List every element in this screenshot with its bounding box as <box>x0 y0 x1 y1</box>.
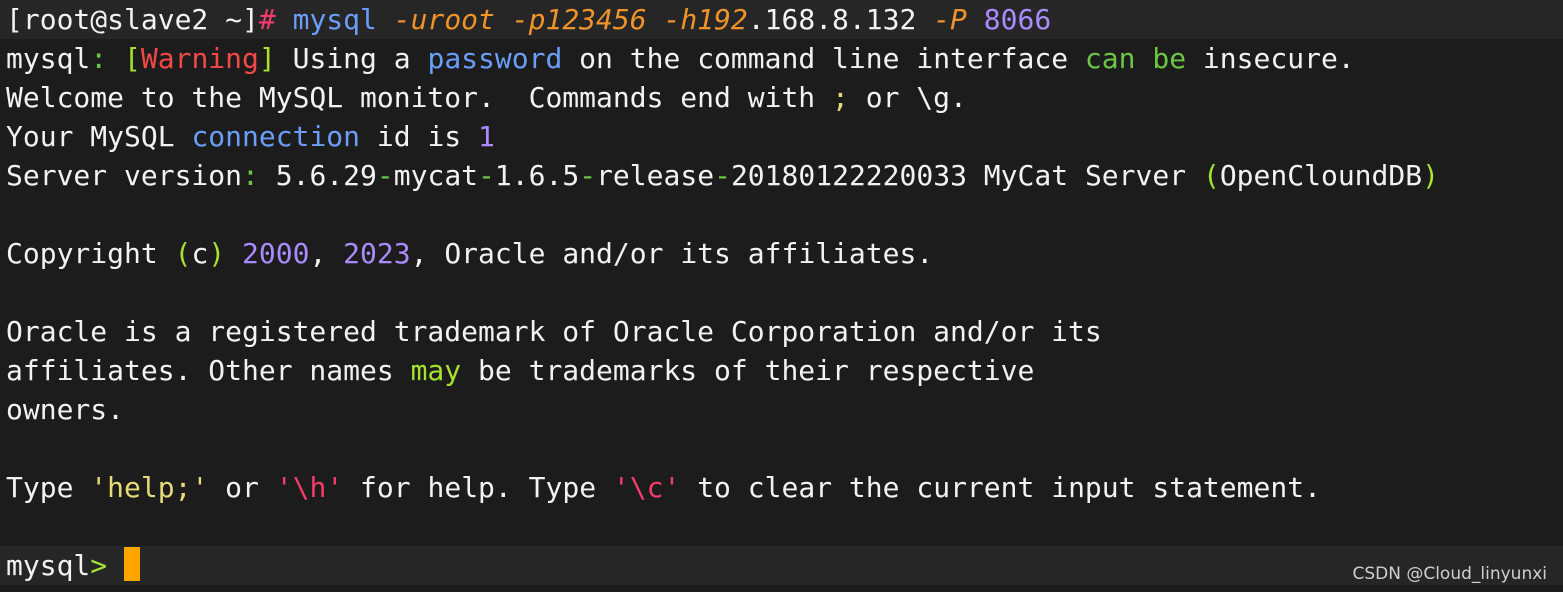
text-segment: mysql <box>275 3 377 36</box>
text-segment: for help. Type <box>343 471 613 504</box>
text-segment: or <box>208 471 276 504</box>
text-segment: id is <box>360 120 479 153</box>
text-segment: .168.8.132 <box>747 3 934 36</box>
text-segment: '\h' <box>275 471 344 504</box>
terminal-window[interactable]: [root@slave2 ~]# mysql -uroot -p123456 -… <box>0 0 1563 592</box>
text-segment: : <box>90 42 125 75</box>
text-segment: on the command line interface <box>562 42 1085 75</box>
text-segment: ) <box>208 237 226 270</box>
text-segment: 'help;' <box>90 471 209 504</box>
text-segment: to clear the current input statement. <box>680 471 1321 504</box>
text-segment: 1.6.5 <box>494 159 580 192</box>
text-segment: Welcome to the MySQL monitor. Commands e… <box>6 81 833 114</box>
text-segment: mysql <box>6 42 91 75</box>
text-segment: Server version <box>6 159 243 192</box>
terminal-line: Type 'help;' or '\h' for help. Type '\c'… <box>6 468 1321 507</box>
terminal-line: affiliates. Other names may be trademark… <box>6 351 1034 390</box>
text-segment: - <box>478 159 495 192</box>
text-segment: # <box>258 3 276 36</box>
text-segment: -uroot -p123456 -h192 <box>376 3 748 36</box>
text-segment: 5.6.29 <box>275 159 377 192</box>
terminal-line: Copyright (c) 2000, 2023, Oracle and/or … <box>6 234 933 273</box>
text-segment: 8066 <box>966 3 1052 36</box>
text-segment <box>107 549 124 582</box>
text-segment: release <box>596 159 715 192</box>
text-segment: - <box>714 159 731 192</box>
watermark: CSDN @Cloud_linyunxi <box>1352 564 1547 584</box>
text-cursor <box>124 547 141 581</box>
text-segment: be trademarks of their respective <box>461 354 1035 387</box>
text-segment: > <box>90 549 108 582</box>
text-segment: ; <box>832 81 849 114</box>
text-segment: can be <box>1084 42 1187 75</box>
text-segment: or \g. <box>848 81 967 114</box>
text-segment: , <box>309 237 344 270</box>
terminal-line: Server version: 5.6.29-mycat-1.6.5-relea… <box>6 156 1439 195</box>
text-segment: Your MySQL <box>6 120 192 153</box>
text-segment: 20180122220033 MyCat Server <box>730 159 1203 192</box>
text-segment: Copyright <box>6 237 175 270</box>
text-segment: affiliates. Other names <box>6 354 411 387</box>
text-segment: : <box>242 159 276 192</box>
terminal-line: mysql: [Warning] Using a password on the… <box>6 39 1355 78</box>
text-segment: ) <box>1422 159 1439 192</box>
terminal-line: Your MySQL connection id is 1 <box>6 117 495 156</box>
text-segment: [ <box>124 42 141 75</box>
text-segment: 2000 <box>242 237 310 270</box>
terminal-line: owners. <box>6 390 124 429</box>
text-segment: connection <box>191 120 361 153</box>
terminal-line: [root@slave2 ~]# mysql -uroot -p123456 -… <box>6 0 1051 39</box>
text-segment: mycat <box>393 159 479 192</box>
text-segment: - <box>376 159 394 192</box>
text-segment: 2023 <box>343 237 411 270</box>
text-segment: Oracle is a registered trademark of Orac… <box>6 315 1102 348</box>
highlighted-row <box>0 546 1563 585</box>
text-segment: may <box>410 354 462 387</box>
text-segment: - <box>579 159 597 192</box>
text-segment: Warning <box>140 42 259 75</box>
text-segment: -P <box>933 3 967 36</box>
text-segment: ( <box>1202 159 1220 192</box>
text-segment: OpenCloundDB <box>1219 159 1423 192</box>
text-segment: , Oracle and/or its affiliates. <box>410 237 934 270</box>
text-segment: mysql <box>6 549 91 582</box>
text-segment: '\c' <box>612 471 681 504</box>
text-segment: insecure. <box>1186 42 1355 75</box>
text-segment: Using a <box>275 42 428 75</box>
text-segment: [root@slave2 ~] <box>6 3 259 36</box>
text-segment: Type <box>6 471 91 504</box>
text-segment: ] <box>258 42 276 75</box>
text-segment: ( <box>174 237 192 270</box>
text-segment: 1 <box>478 120 495 153</box>
text-segment: c <box>191 237 209 270</box>
terminal-line: Welcome to the MySQL monitor. Commands e… <box>6 78 967 117</box>
text-segment: owners. <box>6 393 125 426</box>
terminal-line: Oracle is a registered trademark of Orac… <box>6 312 1102 351</box>
text-segment <box>225 237 242 270</box>
text-segment: password <box>427 42 563 75</box>
mysql-prompt-line[interactable]: mysql> <box>6 546 141 585</box>
